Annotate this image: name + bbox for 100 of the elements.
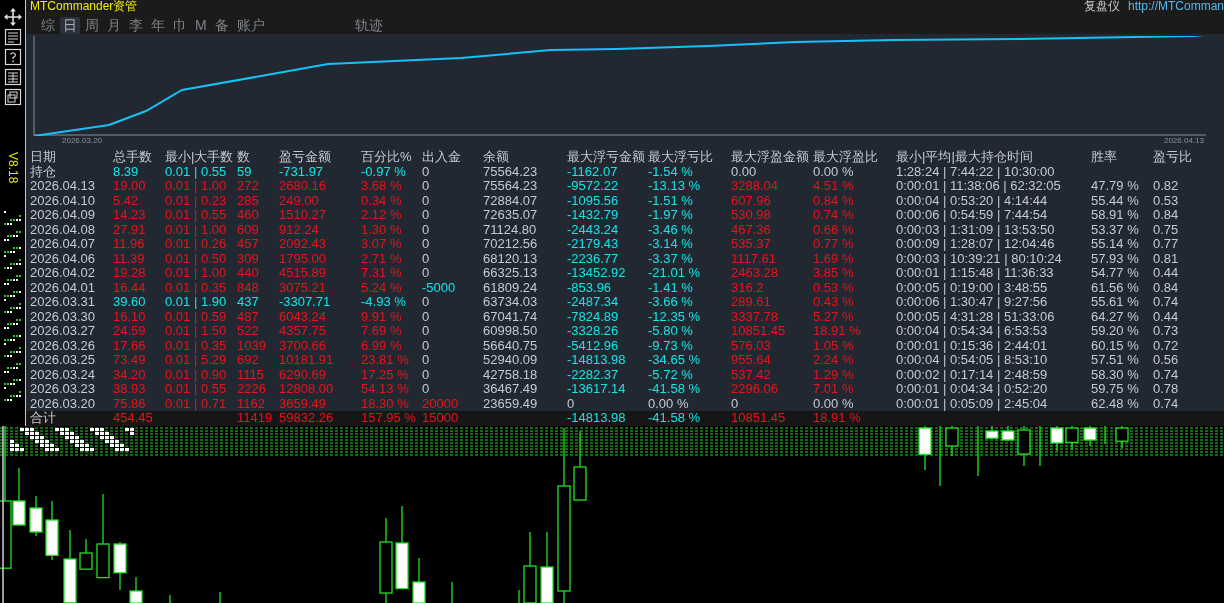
table-cell-text: 0.82 (1153, 179, 1180, 194)
url-link[interactable]: http://MTComman (1127, 0, 1224, 12)
table-cell-text: 61.56 % (1091, 280, 1140, 295)
table-cell-text: 67041.74 (483, 309, 539, 324)
tab[interactable]: 月 (104, 17, 124, 34)
table-cell-text: 0.53 % (813, 280, 855, 295)
table-cell-text: -2282.37 (567, 367, 620, 382)
table-cell-text: 0.01 | 0.26 (165, 237, 228, 252)
column-header: 数 (237, 148, 251, 165)
table-cell-text: -1.51 % (648, 193, 694, 208)
table-cell-text: 63734.03 (483, 295, 539, 310)
tab[interactable]: 日 (60, 17, 80, 34)
table-cell-text: 0.00 % (648, 396, 690, 411)
table-cell-text: 0.81 (1153, 251, 1180, 266)
table-cell-text: 59832.26 (279, 411, 335, 426)
table-cell-text: 0.53 (1153, 193, 1180, 208)
table-cell-text: 1039 (237, 338, 267, 353)
tab[interactable]: M (192, 17, 210, 34)
table-cell-text: 17.25 % (361, 367, 410, 382)
candle (45, 500, 59, 561)
table-cell-text: 15000 (422, 411, 460, 426)
table-cell-text: 0 (422, 251, 431, 266)
table-cell-text: 0.77 (1153, 237, 1180, 252)
table-cell-text: 0 (422, 266, 431, 281)
column-header: 胜率 (1091, 148, 1118, 165)
window-icon[interactable] (3, 88, 22, 106)
table-cell-text: -1.97 % (648, 208, 694, 223)
column-header: 最大浮亏金额 (567, 148, 646, 165)
replay-label: 复盘仪 (1083, 0, 1120, 12)
table-cell-text: 10851.45 (731, 324, 787, 339)
table-cell-text: 0.78 (1153, 382, 1180, 397)
table-cell-text: 3.07 % (361, 237, 403, 252)
table-cell-text: -5.80 % (648, 324, 694, 339)
table-cell-text: 12808.00 (279, 382, 335, 397)
table-cell-text: 0.01 | 1.00 (165, 266, 228, 281)
table-cell-text: -731.97 (279, 164, 325, 179)
table-cell-text: -21.01 % (648, 266, 702, 281)
table-cell-text: 2026.04.01 (30, 280, 97, 295)
table-cell-text: 0.01 | 1.00 (165, 179, 228, 194)
table-cell-text: -9572.22 (567, 179, 620, 194)
tab[interactable]: 账户 (233, 17, 268, 34)
move-icon[interactable] (3, 8, 22, 26)
table-cell-text: -1.54 % (648, 164, 694, 179)
table-cell-text: 0.01 | 0.71 (165, 396, 228, 411)
table-cell-text: 54.77 % (1091, 266, 1140, 281)
tab[interactable]: 巾 (170, 17, 190, 34)
table-cell-text: 0.01 | 0.90 (165, 367, 228, 382)
table-cell-text: 6.99 % (361, 338, 403, 353)
table-cell-text: 59 (237, 164, 253, 179)
tab[interactable]: 轨迹 (351, 17, 386, 34)
table-cell-text: 0.74 (1153, 367, 1180, 382)
table-icon[interactable] (3, 68, 22, 86)
column-header: 余额 (483, 148, 510, 165)
tab[interactable]: 周 (82, 17, 102, 34)
table-cell-text: -41.58 % (648, 411, 702, 426)
table-cell-text: 6290.69 (279, 367, 327, 382)
table-cell-text: 3.85 % (813, 266, 855, 281)
table-cell-text: 0.73 (1153, 324, 1180, 339)
tab[interactable]: 综 (38, 17, 58, 34)
table-cell-text: 3700.66 (279, 338, 327, 353)
table-cell-text: 454.45 (113, 411, 154, 426)
table-cell-text: 0 (422, 295, 431, 310)
candle (1083, 426, 1097, 447)
column-header: 最大浮亏比 (648, 148, 714, 165)
tab[interactable]: 年 (148, 17, 168, 34)
table-cell-text: -9.73 % (648, 338, 694, 353)
table-cell-text: 23659.49 (483, 396, 539, 411)
table-cell-text: 1.29 % (813, 367, 855, 382)
table-cell-text: 19.28 (113, 266, 147, 281)
table-cell-text: 2026.04.08 (30, 222, 97, 237)
tab[interactable]: 备 (211, 17, 232, 34)
column-header: 盈亏金额 (279, 148, 332, 165)
table-cell-text: 2026.03.20 (30, 396, 97, 411)
table-cell-text: 0 (422, 237, 431, 252)
table-cell-text: 2026.03.24 (30, 367, 97, 382)
table-cell-text: 38.93 (113, 382, 147, 397)
table-cell-text: 2296.06 (731, 382, 779, 397)
table-cell-text: 0 (567, 396, 576, 411)
table-cell-text: 19.00 (113, 179, 147, 194)
table-cell-text: 157.95 % (361, 411, 417, 426)
table-cell-text: 20000 (422, 396, 460, 411)
table-cell-text: 1162 (237, 396, 266, 411)
table-cell-text: 0:00:09 | 1:28:07 | 12:04:46 (896, 237, 1056, 252)
table-cell-text: 0.34 % (361, 193, 403, 208)
table-cell-text: 11.96 (113, 237, 146, 252)
document-icon[interactable] (3, 28, 22, 46)
table-cell-text: -2236.77 (567, 251, 620, 266)
help-icon[interactable] (3, 48, 22, 66)
column-header: 日期 (30, 148, 57, 165)
tab[interactable]: 李 (126, 17, 146, 34)
table-cell-text: 66325.13 (483, 266, 539, 281)
app-title: MTCommander资管 (30, 0, 138, 12)
table-cell-text: 607.96 (731, 193, 772, 208)
table-cell-text: 0.01 | 1.00 (165, 222, 228, 237)
table-cell-text: 55.14 % (1091, 237, 1140, 252)
table-cell-text: 持仓 (30, 164, 57, 179)
table-cell-text: 0 (422, 164, 431, 179)
table-cell-text: 3.68 % (361, 179, 403, 194)
table-cell-text: 42758.18 (483, 367, 539, 382)
table-cell-text: 2463.28 (731, 266, 779, 281)
